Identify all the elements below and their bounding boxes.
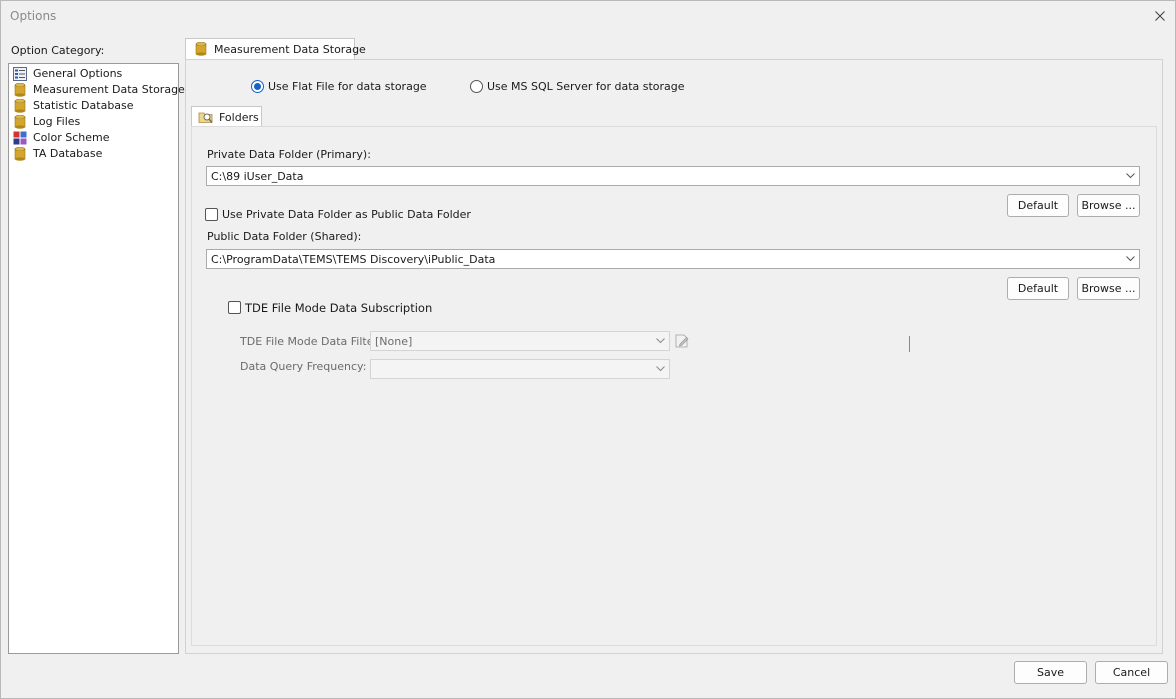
private-browse-button[interactable]: Browse ... bbox=[1077, 194, 1140, 217]
sidebar-item-label: Measurement Data Storage bbox=[33, 83, 185, 96]
sidebar-item-ta-database[interactable]: TA Database bbox=[13, 146, 175, 162]
sidebar-item-statistic-database[interactable]: Statistic Database bbox=[13, 98, 175, 114]
window-title: Options bbox=[10, 9, 57, 23]
edit-filter-icon[interactable] bbox=[674, 333, 690, 349]
close-button[interactable] bbox=[1148, 4, 1172, 28]
separator bbox=[909, 336, 910, 352]
tde-filter-label: TDE File Mode Data Filter: bbox=[240, 335, 382, 348]
option-category-list[interactable]: General Options Measurement Data Storage… bbox=[8, 63, 185, 654]
flat-file-radio[interactable] bbox=[251, 80, 264, 93]
private-data-folder-value: C:\89 iUser_Data bbox=[211, 170, 304, 183]
sql-server-radio-label[interactable]: Use MS SQL Server for data storage bbox=[487, 80, 685, 93]
use-private-as-public-checkbox[interactable] bbox=[205, 208, 218, 221]
chevron-down-icon bbox=[1126, 173, 1135, 179]
sidebar-item-color-scheme[interactable]: Color Scheme bbox=[13, 130, 175, 146]
chevron-down-icon bbox=[1126, 256, 1135, 262]
chevron-down-icon bbox=[656, 338, 665, 344]
color-palette-icon bbox=[13, 131, 27, 145]
tab-label: Folders bbox=[219, 111, 259, 124]
use-private-as-public-label[interactable]: Use Private Data Folder as Public Data F… bbox=[222, 208, 471, 221]
flat-file-radio-label[interactable]: Use Flat File for data storage bbox=[268, 80, 427, 93]
tab-folders[interactable]: Folders bbox=[191, 106, 262, 127]
data-query-frequency-label: Data Query Frequency: bbox=[240, 360, 367, 373]
private-default-button[interactable]: Default bbox=[1007, 194, 1069, 217]
tde-filter-value: [None] bbox=[375, 335, 413, 348]
sidebar-item-label: Statistic Database bbox=[33, 99, 134, 112]
sidebar-item-log-files[interactable]: Log Files bbox=[13, 114, 175, 130]
database-icon bbox=[14, 115, 26, 129]
sql-server-radio[interactable] bbox=[470, 80, 483, 93]
option-category-label: Option Category: bbox=[11, 44, 105, 57]
database-icon bbox=[14, 99, 26, 113]
database-icon bbox=[14, 147, 26, 161]
settings-list-icon bbox=[13, 67, 27, 81]
tde-filter-combo[interactable]: [None] bbox=[370, 331, 670, 351]
public-data-folder-label: Public Data Folder (Shared): bbox=[207, 230, 362, 243]
data-query-frequency-combo[interactable] bbox=[370, 359, 670, 379]
public-data-folder-combo[interactable]: C:\ProgramData\TEMS\TEMS Discovery\iPubl… bbox=[206, 249, 1140, 269]
tab-label: Measurement Data Storage bbox=[214, 43, 366, 56]
cancel-button[interactable]: Cancel bbox=[1095, 661, 1168, 684]
private-data-folder-combo[interactable]: C:\89 iUser_Data bbox=[206, 166, 1140, 186]
tab-measurement-data-storage[interactable]: Measurement Data Storage bbox=[185, 38, 366, 60]
public-default-button[interactable]: Default bbox=[1007, 277, 1069, 300]
sidebar-item-label: General Options bbox=[33, 67, 123, 80]
close-icon bbox=[1155, 11, 1165, 21]
public-data-folder-value: C:\ProgramData\TEMS\TEMS Discovery\iPubl… bbox=[211, 253, 496, 266]
sidebar-item-label: Log Files bbox=[33, 115, 81, 128]
sidebar-item-label: Color Scheme bbox=[33, 131, 110, 144]
tde-subscription-checkbox[interactable] bbox=[228, 301, 241, 314]
sidebar-item-general-options[interactable]: General Options bbox=[13, 66, 175, 82]
sidebar-item-label: TA Database bbox=[33, 147, 103, 160]
save-button[interactable]: Save bbox=[1014, 661, 1087, 684]
folder-search-icon bbox=[198, 112, 213, 123]
public-browse-button[interactable]: Browse ... bbox=[1077, 277, 1140, 300]
title-bar: Options bbox=[0, 0, 1176, 32]
database-icon bbox=[195, 42, 207, 56]
private-data-folder-label: Private Data Folder (Primary): bbox=[207, 148, 371, 161]
chevron-down-icon bbox=[656, 366, 665, 372]
tde-subscription-label[interactable]: TDE File Mode Data Subscription bbox=[245, 301, 432, 315]
database-icon bbox=[14, 83, 26, 97]
sidebar-item-measurement-data-storage[interactable]: Measurement Data Storage bbox=[13, 82, 185, 98]
